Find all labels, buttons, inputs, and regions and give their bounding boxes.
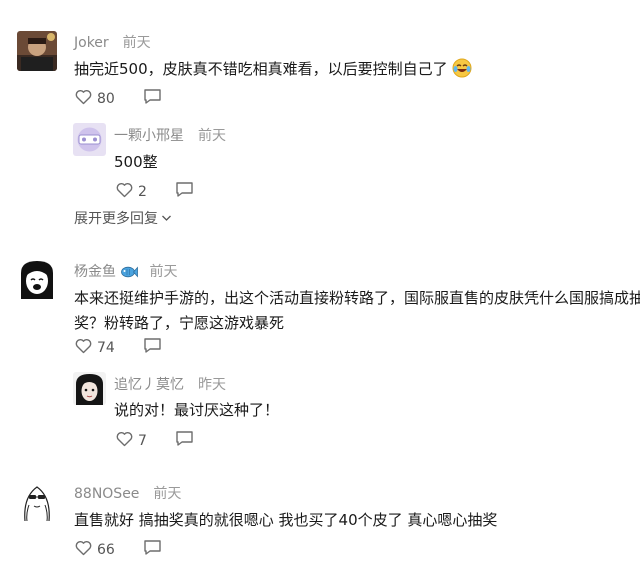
comment-bubble-icon: [143, 337, 162, 358]
comment-body-line: 奖？粉转路了，宁愿这游戏暴死: [74, 314, 285, 332]
heart-icon: [75, 540, 92, 560]
comment-text: 抽完近500，皮肤真不错吃相真难看，以后要控制自己了: [74, 57, 472, 86]
like-button[interactable]: 66: [75, 540, 115, 560]
like-button[interactable]: 80: [75, 89, 115, 109]
reply-button[interactable]: [175, 430, 194, 451]
comment-actions: 66: [75, 539, 162, 560]
laughing-with-tears-icon: [452, 58, 472, 86]
expand-label: 展开更多回复: [74, 211, 158, 227]
like-count: 2: [138, 183, 147, 200]
like-count: 80: [97, 90, 115, 107]
timestamp: 昨天: [198, 377, 226, 393]
timestamp: 前天: [122, 35, 151, 51]
reply-author[interactable]: 追忆丿莫忆 昨天: [114, 374, 226, 394]
timestamp: 前天: [149, 264, 178, 280]
like-count: 66: [97, 541, 115, 558]
like-count: 7: [138, 432, 147, 449]
fish-icon: [120, 265, 139, 283]
comment-bubble-icon: [175, 181, 194, 202]
comment-bubble-icon: [175, 430, 194, 451]
reply-button[interactable]: [143, 337, 162, 358]
heart-icon: [75, 338, 92, 358]
comment-bubble-icon: [143, 88, 162, 109]
comment-author[interactable]: 杨金鱼 前天: [74, 261, 177, 283]
heart-icon: [116, 431, 133, 451]
avatar[interactable]: [73, 372, 106, 405]
username[interactable]: 一颗小邢星: [114, 128, 184, 144]
username[interactable]: 杨金鱼: [74, 264, 116, 280]
avatar[interactable]: [17, 259, 57, 299]
like-count: 74: [97, 339, 115, 356]
comment-bubble-icon: [143, 539, 162, 560]
like-button[interactable]: 74: [75, 338, 115, 358]
reply-button[interactable]: [143, 539, 162, 560]
reply-actions: 7: [116, 430, 194, 451]
reply-actions: 2: [116, 181, 194, 202]
like-button[interactable]: 7: [116, 431, 147, 451]
reply-button[interactable]: [175, 181, 194, 202]
reply-text: 500整: [114, 153, 158, 171]
username[interactable]: Joker: [74, 35, 109, 51]
comment-body-line: 本来还挺维护手游的，出这个活动直接粉转路了，国际服直售的皮肤凭什么国服搞成抽: [74, 289, 640, 307]
comment-text: 本来还挺维护手游的，出这个活动直接粉转路了，国际服直售的皮肤凭什么国服搞成抽 奖…: [74, 286, 640, 336]
comment-text: 直售就好 搞抽奖真的就很嗯心 我也买了40个皮了 真心嗯心抽奖: [74, 511, 498, 529]
chevron-down-icon: [161, 210, 172, 226]
avatar[interactable]: [17, 31, 57, 71]
timestamp: 前天: [153, 486, 182, 502]
heart-icon: [75, 89, 92, 109]
like-button[interactable]: 2: [116, 182, 147, 202]
avatar[interactable]: [17, 481, 57, 521]
comment-actions: 80: [75, 88, 162, 109]
comment-author[interactable]: Joker 前天: [74, 32, 151, 52]
reply-button[interactable]: [143, 88, 162, 109]
username[interactable]: 88NOSee: [74, 486, 139, 502]
timestamp: 前天: [198, 128, 226, 144]
heart-icon: [116, 182, 133, 202]
reply-text: 说的对！最讨厌这种了！: [114, 401, 280, 419]
avatar[interactable]: [73, 123, 106, 156]
comment-body: 抽完近500，皮肤真不错吃相真难看，以后要控制自己了: [74, 60, 448, 78]
username[interactable]: 追忆丿莫忆: [114, 377, 184, 393]
comment-author[interactable]: 88NOSee 前天: [74, 483, 181, 503]
expand-replies-link[interactable]: 展开更多回复: [74, 208, 172, 228]
reply-author[interactable]: 一颗小邢星 前天: [114, 125, 226, 145]
comment-actions: 74: [75, 337, 162, 358]
